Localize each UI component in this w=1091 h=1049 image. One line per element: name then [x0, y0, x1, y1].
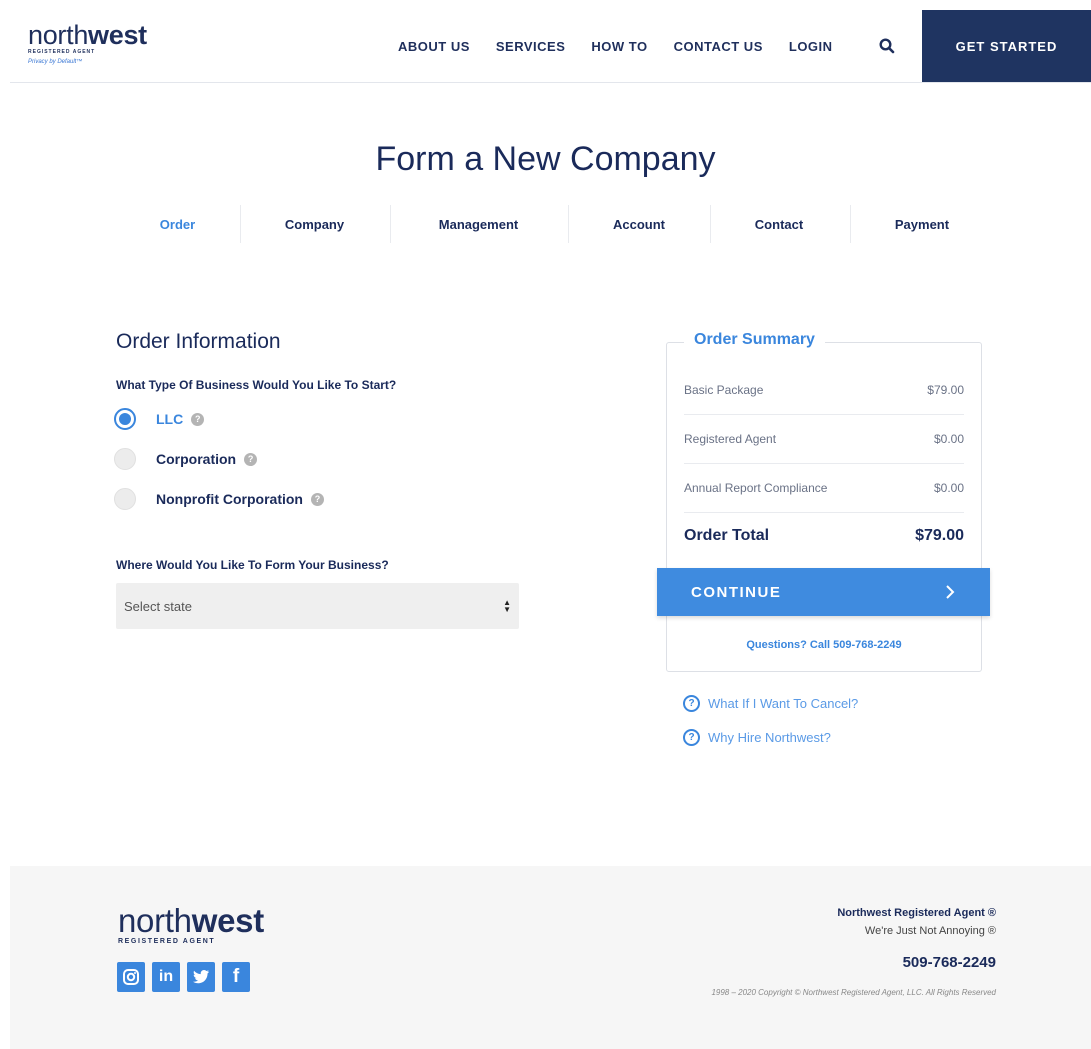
summary-row: Registered Agent $0.00: [684, 415, 964, 464]
question-circle-icon: ?: [683, 695, 700, 712]
nav-how-to[interactable]: HOW TO: [591, 39, 647, 54]
logo-wordmark: northwest: [28, 20, 147, 50]
step-divider: [390, 205, 391, 243]
radio-option-corporation[interactable]: Corporation ?: [114, 448, 258, 470]
state-question: Where Would You Like To Form Your Busine…: [116, 558, 389, 572]
footer-phone[interactable]: 509-768-2249: [903, 954, 996, 971]
help-icon[interactable]: ?: [191, 412, 205, 426]
site-header: northwest REGISTERED AGENT Privacy by De…: [10, 10, 1091, 83]
faq-label: What If I Want To Cancel?: [708, 696, 859, 711]
select-arrows-icon: ▲ ▼: [503, 598, 511, 614]
page-title: Form a New Company: [375, 140, 716, 178]
footer-logo-subtitle: REGISTERED AGENT: [118, 938, 216, 945]
question-circle-icon: ?: [683, 729, 700, 746]
radio-button[interactable]: [114, 488, 136, 510]
logo[interactable]: northwest REGISTERED AGENT Privacy by De…: [28, 20, 147, 66]
order-total-label: Order Total: [684, 527, 770, 544]
step-divider: [850, 205, 851, 243]
footer-copyright: 1998 – 2020 Copyright © Northwest Regist…: [711, 988, 996, 997]
radio-label: Corporation: [156, 451, 237, 467]
help-icon[interactable]: ?: [244, 452, 258, 466]
continue-label: CONTINUE: [691, 583, 782, 601]
step-account[interactable]: Account: [590, 205, 688, 243]
chevron-right-icon: [946, 585, 955, 599]
step-order[interactable]: Order: [140, 205, 215, 243]
summary-item-label: Basic Package: [684, 383, 764, 397]
nav-login[interactable]: LOGIN: [789, 39, 833, 54]
main-nav: ABOUT US SERVICES HOW TO CONTACT US LOGI…: [398, 39, 859, 54]
logo-tagline: Privacy by Default™: [28, 59, 83, 65]
summary-row: Basic Package $79.00: [684, 366, 964, 415]
step-tabs: Order Company Management Account Contact…: [0, 205, 1091, 243]
step-management[interactable]: Management: [412, 205, 545, 243]
summary-item-price: $0.00: [933, 481, 964, 495]
faq-label: Why Hire Northwest?: [708, 730, 831, 745]
radio-button-selected[interactable]: [114, 408, 136, 430]
step-company[interactable]: Company: [262, 205, 367, 243]
twitter-icon[interactable]: [187, 962, 215, 992]
help-icon[interactable]: ?: [310, 492, 324, 506]
order-information-heading: Order Information: [116, 330, 281, 353]
state-select[interactable]: Select state ▲ ▼: [116, 583, 519, 629]
social-links: in f: [117, 962, 257, 992]
step-payment[interactable]: Payment: [872, 205, 972, 243]
nav-services[interactable]: SERVICES: [496, 39, 566, 54]
faq-link-why-hire[interactable]: ? Why Hire Northwest?: [683, 729, 831, 746]
radio-label: LLC: [156, 411, 184, 427]
footer-logo[interactable]: northwest REGISTERED AGENT: [118, 902, 264, 945]
summary-item-price: $79.00: [927, 383, 964, 397]
instagram-icon[interactable]: [117, 962, 145, 992]
step-divider: [568, 205, 569, 243]
search-icon[interactable]: [878, 37, 896, 55]
summary-item-price: $0.00: [933, 432, 964, 446]
radio-button[interactable]: [114, 448, 136, 470]
summary-row: Annual Report Compliance $0.00: [684, 464, 964, 513]
step-contact[interactable]: Contact: [730, 205, 828, 243]
nav-contact-us[interactable]: CONTACT US: [674, 39, 763, 54]
questions-phone-link[interactable]: Questions? Call 509-768-2249: [666, 639, 982, 651]
business-type-question: What Type Of Business Would You Like To …: [116, 378, 397, 392]
step-divider: [240, 205, 241, 243]
order-summary-title: Order Summary: [684, 331, 825, 349]
linkedin-icon[interactable]: in: [152, 962, 180, 992]
footer-logo-wordmark: northwest: [118, 902, 264, 939]
summary-item-label: Annual Report Compliance: [684, 481, 828, 495]
get-started-button[interactable]: GET STARTED: [922, 10, 1091, 82]
faq-link-cancel[interactable]: ? What If I Want To Cancel?: [683, 695, 858, 712]
facebook-icon[interactable]: f: [222, 962, 250, 992]
summary-item-label: Registered Agent: [684, 432, 777, 446]
radio-option-llc[interactable]: LLC ?: [114, 408, 205, 430]
step-divider: [710, 205, 711, 243]
order-total-row: Order Total $79.00: [684, 516, 964, 556]
radio-label: Nonprofit Corporation: [156, 491, 303, 507]
radio-option-nonprofit[interactable]: Nonprofit Corporation ?: [114, 488, 324, 510]
state-select-value: Select state: [124, 598, 192, 614]
footer-tagline: We're Just Not Annoying ®: [864, 925, 996, 937]
continue-button[interactable]: CONTINUE: [657, 568, 990, 616]
nav-about-us[interactable]: ABOUT US: [398, 39, 470, 54]
footer-company-name: Northwest Registered Agent ®: [837, 907, 996, 919]
order-total-value: $79.00: [915, 527, 964, 544]
